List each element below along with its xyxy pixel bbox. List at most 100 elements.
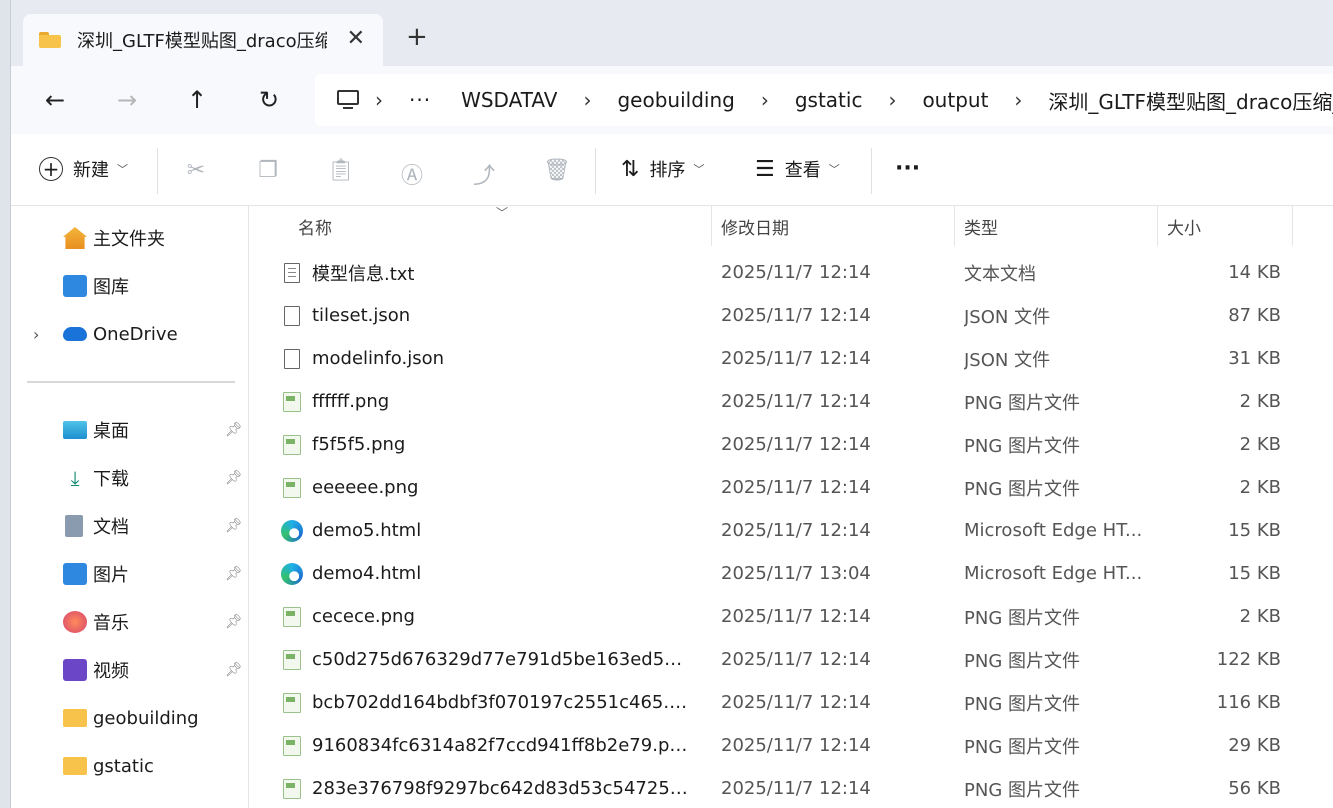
file-row[interactable]: demo5.html 2025/11/7 12:14 Microsoft Edge … [250,509,1333,552]
toolbar-divider [871,148,872,194]
png-file-icon [280,777,304,801]
breadcrumb-gstatic[interactable]: gstatic [795,88,863,112]
chevron-right-icon[interactable]: › [1014,88,1022,112]
close-tab-icon[interactable]: ✕ [347,26,365,51]
rename-icon[interactable]: Ⓐ [399,158,425,189]
sidebar-item-music[interactable]: 音乐 📌︎ [11,602,249,642]
desktop-icon [63,421,87,439]
chevron-right-icon[interactable]: › [761,88,769,112]
pin-icon[interactable]: 📌︎ [225,614,243,630]
file-name: c50d275d676329d77e791d5be163ed5d.p... [312,649,690,670]
plus-circle-icon: + [39,157,63,181]
file-type: PNG 图片文件 [964,650,1080,672]
file-row[interactable]: tileset.json 2025/11/7 12:14 JSON 文件 87 KB [250,294,1333,337]
breadcrumb-geobuilding[interactable]: geobuilding [617,88,734,112]
new-tab-button[interactable]: + [406,22,428,52]
sidebar-item-desktop[interactable]: 桌面 📌︎ [11,410,249,450]
sidebar-item-gstatic[interactable]: gstatic [11,746,249,786]
file-name-cell: demo4.html [280,552,690,595]
pin-icon[interactable]: 📌︎ [225,470,243,486]
chevron-down-icon: ﹀ [693,163,705,176]
file-name-cell: cecece.png [280,595,690,638]
sidebar-item-label: gstatic [93,755,154,777]
column-divider[interactable] [1292,206,1293,246]
paste-icon[interactable]: 📋︎ [327,158,355,184]
sort-button-label: 排序 [649,160,686,181]
sort-button[interactable]: ⇅ 排序 ﹀ [621,156,704,182]
file-modified-date: 2025/11/7 12:14 [721,778,871,799]
cut-icon[interactable]: ✂ [183,158,209,184]
file-name: eeeeee.png [312,477,419,498]
file-list: ﹀ 名称 修改日期 类型 大小 模型信息.txt 2025/11/7 12:14 文… [250,206,1333,808]
file-row[interactable]: 283e376798f9297bc642d83d53c54725.png 2025… [250,767,1333,808]
download-icon: ⤓ [70,466,80,490]
up-button[interactable]: ↑ [181,84,213,116]
file-size: 2 KB [1239,477,1281,498]
delete-icon[interactable]: 🗑︎ [543,158,571,184]
documents-icon [65,515,83,537]
column-divider[interactable] [954,206,955,246]
file-size: 2 KB [1239,606,1281,627]
file-size: 31 KB [1228,348,1281,369]
file-name-cell: modelinfo.json [280,337,690,380]
sidebar-item-label: 桌面 [93,421,129,442]
file-name-cell: 283e376798f9297bc642d83d53c54725.png [280,767,690,808]
chevron-right-icon[interactable]: › [888,88,896,112]
file-row[interactable]: ffffff.png 2025/11/7 12:14 PNG 图片文件 2 KB [250,380,1333,423]
file-modified-date: 2025/11/7 12:14 [721,305,871,326]
column-header-size[interactable]: 大小 [1167,206,1201,246]
column-header-type[interactable]: 类型 [964,206,998,246]
file-type: 文本文档 [964,263,1036,285]
pin-icon[interactable]: 📌︎ [225,662,243,678]
pin-icon[interactable]: 📌︎ [225,566,243,582]
column-header-name[interactable]: 名称 [298,206,332,246]
breadcrumb-output[interactable]: output [922,88,988,112]
column-header-date[interactable]: 修改日期 [721,206,789,246]
file-name-cell: c50d275d676329d77e791d5be163ed5d.p... [280,638,690,681]
new-button[interactable]: + 新建 ﹀ [39,156,128,182]
file-row[interactable]: 9160834fc6314a82f7ccd941ff8b2e79.png 2025… [250,724,1333,767]
file-row[interactable]: demo4.html 2025/11/7 13:04 Microsoft Edge … [250,552,1333,595]
file-row[interactable]: c50d275d676329d77e791d5be163ed5d.p... 202… [250,638,1333,681]
sidebar-item-gallery[interactable]: 图库 [11,266,249,306]
chevron-right-icon[interactable]: › [375,88,383,112]
column-divider[interactable] [711,206,712,246]
sidebar-item-onedrive[interactable]: › OneDrive [11,314,249,354]
address-bar[interactable]: › ··· WSDATAV › geobuilding › gstatic › … [315,74,1333,126]
png-file-icon [280,433,304,457]
sidebar-item-home[interactable]: 主文件夹 [11,218,249,258]
hidden-path-button[interactable]: ··· [409,88,431,112]
sidebar-item-pictures[interactable]: 图片 📌︎ [11,554,249,594]
file-row[interactable]: eeeeee.png 2025/11/7 12:14 PNG 图片文件 2 KB [250,466,1333,509]
file-type: PNG 图片文件 [964,693,1080,715]
share-icon[interactable]: ⤴ [471,158,497,189]
refresh-button[interactable]: ↻ [253,84,285,116]
tab-current-folder[interactable]: 深圳_GLTF模型贴图_draco压缩 ✕ [23,14,383,66]
sidebar-item-documents[interactable]: 文档 📌︎ [11,506,249,546]
view-button[interactable]: ☰ 查看 ﹀ [755,156,840,182]
pin-icon[interactable]: 📌︎ [225,518,243,534]
sidebar-item-geobuilding[interactable]: geobuilding [11,698,249,738]
file-row[interactable]: f5f5f5.png 2025/11/7 12:14 PNG 图片文件 2 KB [250,423,1333,466]
file-name-cell: 模型信息.txt [280,251,690,294]
file-row[interactable]: modelinfo.json 2025/11/7 12:14 JSON 文件 31 K… [250,337,1333,380]
more-options-button[interactable]: ··· [895,156,920,181]
file-name-cell: bcb702dd164bdbf3f070197c2551c465.png [280,681,690,724]
sidebar-item-downloads[interactable]: ⤓ 下载 📌︎ [11,458,249,498]
back-button[interactable]: ← [39,84,71,116]
sidebar-item-videos[interactable]: 视频 📌︎ [11,650,249,690]
file-modified-date: 2025/11/7 12:14 [721,692,871,713]
column-divider[interactable] [1157,206,1158,246]
file-row[interactable]: cecece.png 2025/11/7 12:14 PNG 图片文件 2 KB [250,595,1333,638]
chevron-right-icon[interactable]: › [583,88,591,112]
file-row[interactable]: 模型信息.txt 2025/11/7 12:14 文本文档 14 KB [250,251,1333,294]
file-name-cell: eeeeee.png [280,466,690,509]
file-size: 15 KB [1228,520,1281,541]
breadcrumb-current-folder[interactable]: 深圳_GLTF模型贴图_draco压缩_ [1048,86,1333,115]
chevron-right-icon[interactable]: › [33,325,39,344]
breadcrumb-wsdatav[interactable]: WSDATAV [461,88,557,112]
copy-icon[interactable]: ❐ [255,158,281,184]
forward-button[interactable]: → [111,84,143,116]
file-row[interactable]: bcb702dd164bdbf3f070197c2551c465.png 2025… [250,681,1333,724]
pin-icon[interactable]: 📌︎ [225,422,243,438]
